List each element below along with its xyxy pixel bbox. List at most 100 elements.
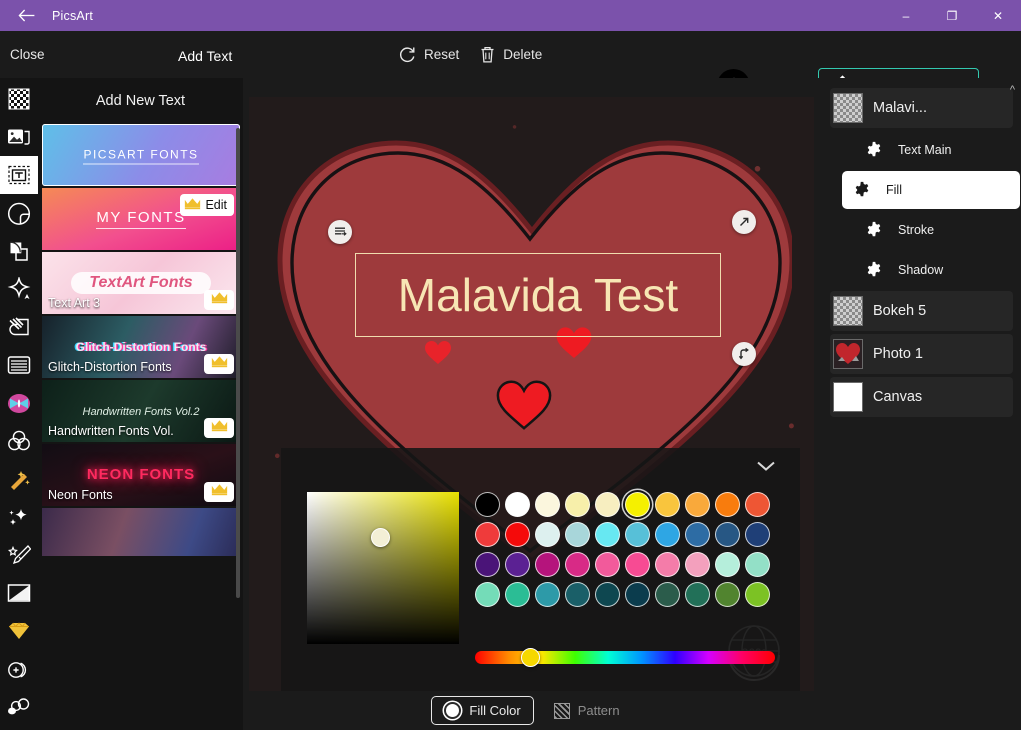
sticker-icon[interactable] bbox=[0, 194, 38, 232]
tool-title-add-text[interactable]: Add Text bbox=[178, 34, 233, 81]
eraser-checker-icon[interactable] bbox=[0, 80, 38, 118]
font-pack-card[interactable]: PICSART FONTS bbox=[42, 124, 240, 186]
saturation-value-box[interactable] bbox=[307, 492, 459, 644]
color-swatch[interactable] bbox=[475, 492, 500, 517]
reset-button[interactable]: Reset bbox=[398, 45, 459, 64]
back-arrow-icon[interactable] bbox=[0, 0, 52, 31]
gradient-icon[interactable] bbox=[0, 574, 38, 612]
text-edit-handle[interactable] bbox=[328, 220, 352, 244]
color-swatch-grid[interactable] bbox=[475, 492, 775, 612]
pattern-tab[interactable]: Pattern bbox=[542, 696, 632, 725]
color-swatch[interactable] bbox=[475, 522, 500, 547]
canvas-text[interactable]: Malavida Test bbox=[398, 272, 678, 318]
premium-crown-badge[interactable] bbox=[204, 354, 234, 374]
color-swatch[interactable] bbox=[565, 552, 590, 577]
minimize-button[interactable]: – bbox=[883, 0, 929, 31]
layer-sub-row-stroke[interactable]: Stroke bbox=[854, 211, 1013, 249]
sparkle-star-icon[interactable] bbox=[0, 270, 38, 308]
sparkles-icon[interactable] bbox=[0, 498, 38, 536]
font-pack-card[interactable]: Glitch-Distortion Fonts Glitch-Distortion… bbox=[42, 316, 240, 378]
color-swatch[interactable] bbox=[715, 522, 740, 547]
color-swatch[interactable] bbox=[685, 492, 710, 517]
layer-row[interactable]: Canvas bbox=[830, 377, 1013, 417]
color-swatch[interactable] bbox=[685, 522, 710, 547]
resize-handle[interactable] bbox=[732, 210, 756, 234]
color-swatch[interactable] bbox=[745, 582, 770, 607]
color-swatch[interactable] bbox=[715, 492, 740, 517]
magic-wand-icon[interactable] bbox=[0, 460, 38, 498]
close-editor-button[interactable]: Close bbox=[10, 31, 45, 78]
font-pack-card[interactable] bbox=[42, 508, 240, 556]
color-swatch[interactable] bbox=[505, 582, 530, 607]
star-brush-icon[interactable] bbox=[0, 536, 38, 574]
fonts-list[interactable]: PICSART FONTS MY FONTS Edit TextArt Fonts Te… bbox=[38, 124, 243, 556]
add-circle-icon[interactable] bbox=[0, 650, 38, 688]
diamond-icon[interactable] bbox=[0, 612, 38, 650]
color-swatch[interactable] bbox=[475, 552, 500, 577]
color-swatch[interactable] bbox=[595, 492, 620, 517]
maximize-button[interactable]: ❐ bbox=[929, 0, 975, 31]
premium-crown-badge[interactable] bbox=[204, 290, 234, 310]
color-swatch[interactable] bbox=[745, 492, 770, 517]
layer-sub-row-shadow[interactable]: Shadow bbox=[854, 251, 1013, 289]
layer-row[interactable]: Photo 1 bbox=[830, 334, 1013, 374]
color-swatch[interactable] bbox=[745, 552, 770, 577]
color-swatch[interactable] bbox=[505, 522, 530, 547]
color-swatch[interactable] bbox=[595, 522, 620, 547]
close-window-button[interactable]: ✕ bbox=[975, 0, 1021, 31]
fill-color-tab[interactable]: Fill Color bbox=[431, 696, 534, 725]
color-swatch[interactable] bbox=[625, 582, 650, 607]
color-swatch[interactable] bbox=[505, 492, 530, 517]
color-swatch[interactable] bbox=[715, 552, 740, 577]
color-swatch[interactable] bbox=[715, 582, 740, 607]
chevron-down-icon[interactable] bbox=[754, 456, 778, 476]
fonts-scrollbar[interactable] bbox=[236, 128, 240, 598]
shapes-icon[interactable] bbox=[0, 688, 38, 726]
color-swatch[interactable] bbox=[625, 522, 650, 547]
font-pack-card[interactable]: TextArt Fonts Text Art 3 bbox=[42, 252, 240, 314]
premium-crown-badge[interactable] bbox=[204, 418, 234, 438]
color-swatch[interactable] bbox=[625, 552, 650, 577]
color-swatch[interactable] bbox=[655, 552, 680, 577]
hand-draw-icon[interactable] bbox=[0, 308, 38, 346]
frame-icon[interactable] bbox=[0, 346, 38, 384]
color-swatch[interactable] bbox=[685, 552, 710, 577]
color-swatch[interactable] bbox=[535, 492, 560, 517]
color-swatch[interactable] bbox=[685, 582, 710, 607]
layer-row[interactable]: Bokeh 5 bbox=[830, 291, 1013, 331]
font-pack-card[interactable]: NEON FONTS Neon Fonts bbox=[42, 444, 240, 506]
color-swatch[interactable] bbox=[505, 552, 530, 577]
font-pack-card[interactable]: Handwritten Fonts Vol.2 Handwritten Fonts… bbox=[42, 380, 240, 442]
color-swatch[interactable] bbox=[565, 522, 590, 547]
color-swatch[interactable] bbox=[565, 582, 590, 607]
hue-slider[interactable] bbox=[475, 648, 775, 667]
delete-button[interactable]: Delete bbox=[479, 45, 542, 64]
color-swatch[interactable] bbox=[655, 582, 680, 607]
color-swatch[interactable] bbox=[745, 522, 770, 547]
edit-my-fonts-button[interactable]: Edit bbox=[180, 194, 234, 216]
layer-sub-row-text-main[interactable]: Text Main bbox=[854, 131, 1013, 169]
color-swatch[interactable] bbox=[535, 522, 560, 547]
photo-add-icon[interactable] bbox=[0, 118, 38, 156]
color-circles-icon[interactable] bbox=[0, 422, 38, 460]
hue-slider-knob[interactable] bbox=[521, 648, 540, 667]
butterfly-icon[interactable] bbox=[0, 384, 38, 422]
color-swatch[interactable] bbox=[655, 522, 680, 547]
color-swatch[interactable] bbox=[625, 492, 650, 517]
font-pack-card[interactable]: MY FONTS Edit bbox=[42, 188, 240, 250]
color-swatch[interactable] bbox=[535, 552, 560, 577]
premium-crown-badge[interactable] bbox=[204, 482, 234, 502]
text-bounding-box[interactable]: Malavida Test bbox=[355, 253, 721, 337]
layer-row[interactable]: Malavi... bbox=[830, 88, 1013, 128]
color-swatch[interactable] bbox=[655, 492, 680, 517]
sv-selector-knob[interactable] bbox=[371, 528, 390, 547]
color-picker-panel[interactable] bbox=[281, 448, 800, 691]
layer-sub-row-fill[interactable]: Fill bbox=[842, 171, 1020, 209]
rotate-handle[interactable] bbox=[732, 342, 756, 366]
layers-collapse-icon[interactable]: ^ bbox=[1010, 84, 1015, 96]
color-swatch[interactable] bbox=[535, 582, 560, 607]
color-swatch[interactable] bbox=[595, 582, 620, 607]
color-swatch[interactable] bbox=[475, 582, 500, 607]
layers-list[interactable]: Malavi... Text Main Fill Stroke Shadow Bokeh … bbox=[830, 88, 1020, 417]
color-swatch[interactable] bbox=[565, 492, 590, 517]
